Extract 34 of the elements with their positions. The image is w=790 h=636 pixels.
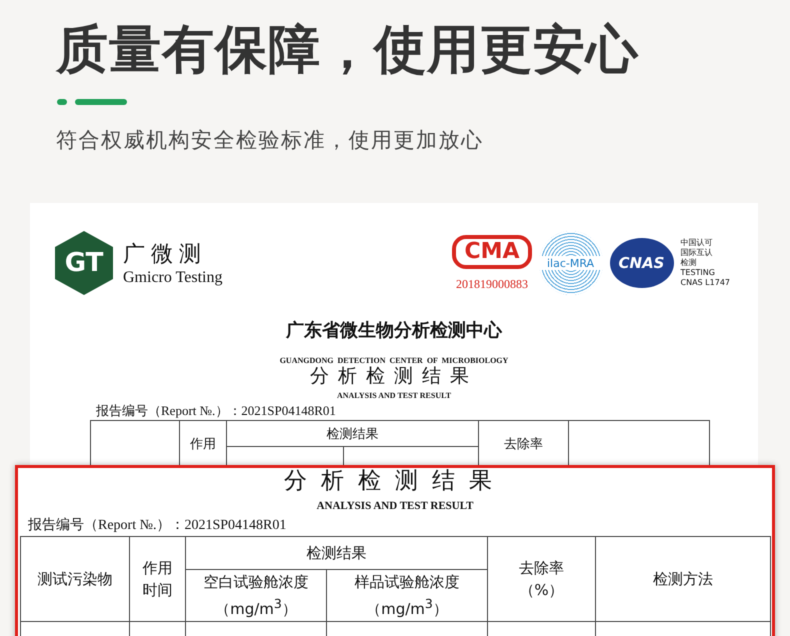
table-header: 时间 [142, 580, 174, 601]
table-header: （mg/m$^{3}$） [365, 595, 449, 620]
center-title-english: GUANGDONG DETECTION CENTER OF MICROBIOLOGY [278, 356, 510, 365]
cnas-caption: TESTING [680, 268, 716, 278]
ilac-mark: ilac-MRA [538, 231, 603, 295]
cnas-caption: CNAS L1747 [680, 278, 730, 288]
result-heading-english: ANALYSIS AND TEST RESULT [316, 500, 474, 512]
table-header: 检测结果 [226, 420, 478, 446]
report-number: 报告编号（Report №.）：2021SP04148R01 [28, 516, 288, 534]
table-header: 测试污染物 [20, 536, 130, 622]
cma-mark: CMA [452, 234, 532, 268]
cma-number: 201819000883 [456, 276, 528, 292]
table-header: （mg/m$^{3}$） [214, 595, 298, 620]
cnas-caption: 中国认可 [680, 238, 714, 248]
table-header: 检测方法 [596, 536, 770, 622]
accent-bar [75, 99, 127, 105]
logo-name: 广微测 [123, 241, 208, 269]
logo-subtitle: Gmicro Testing [123, 269, 222, 287]
cnas-caption: 国际互认 [680, 248, 714, 258]
subtitle: 符合权威机构安全检验标准，使用更加放心 [55, 127, 484, 154]
table-header: 检测结果 [186, 536, 488, 570]
center-title: 广东省微生物分析检测中心 [284, 319, 504, 342]
table-header: （%） [518, 580, 565, 601]
result-heading: 分析检测结果 [309, 365, 479, 387]
cnas-mark: CNAS [610, 238, 674, 288]
report-number: 报告编号（Report №.）：2021SP04148R01 [96, 402, 337, 420]
table-header: 作用 [142, 558, 174, 579]
logo-badge: GT [55, 231, 113, 295]
cnas-caption: 检测 [680, 258, 698, 268]
table-header: 样品试验舱浓度 [354, 572, 460, 593]
table-header: 去除率 [518, 558, 565, 579]
result-heading-english: ANALYSIS AND TEST RESULT [336, 391, 452, 400]
headline: 质量有保障，使用更安心 [54, 19, 640, 80]
table-header: 空白试验舱浓度 [202, 572, 310, 593]
